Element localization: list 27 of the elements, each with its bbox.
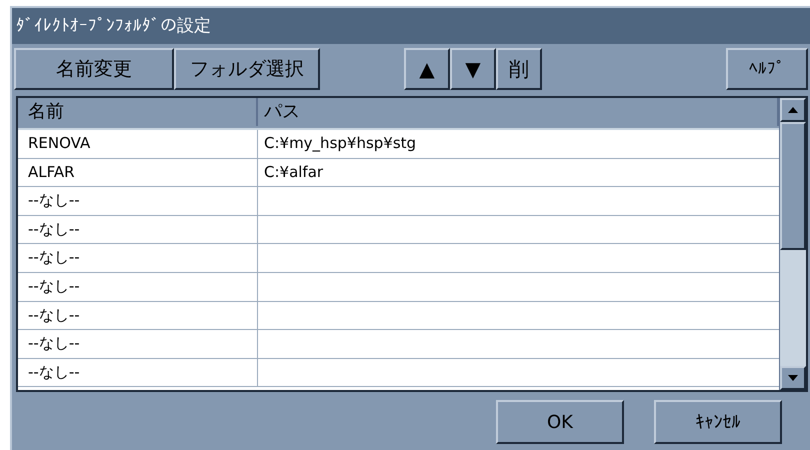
dialog-button[interactable]: ｷｬﾝｾﾙ <box>654 400 782 444</box>
table-cell: ALFAR <box>18 158 258 186</box>
table-cell: --なし-- <box>18 330 258 358</box>
table-cell: --なし-- <box>18 216 258 244</box>
window-title: ﾀﾞｲﾚｸﾄｵｰﾌﾟﾝﾌｫﾙﾀﾞの設定 <box>12 8 810 44</box>
table-cell: --なし-- <box>18 272 258 301</box>
toolbar-button[interactable]: フォルダ選択 <box>174 48 320 90</box>
table-cell: RENOVA <box>18 130 258 158</box>
scroll-down-button[interactable] <box>780 366 806 390</box>
table-cell: --なし-- <box>18 244 258 272</box>
toolbar-button[interactable]: ▲ <box>404 48 450 90</box>
scrollbar[interactable] <box>779 98 806 390</box>
toolbar-button[interactable]: ﾍﾙﾌﾟ <box>726 48 808 90</box>
scroll-up-button[interactable] <box>780 98 806 122</box>
toolbar-button[interactable]: 削 <box>496 48 542 90</box>
table-cell-text: C:¥alfar <box>263 162 324 183</box>
down-arrow-icon <box>788 375 798 381</box>
up-arrow-icon <box>788 107 798 113</box>
toolbar-button[interactable]: ▼ <box>450 48 496 90</box>
table-cell: --なし-- <box>18 358 258 386</box>
column-header[interactable]: 名前 <box>18 98 258 126</box>
scroll-thumb[interactable] <box>780 122 806 250</box>
dialog-button[interactable]: OK <box>496 400 624 444</box>
table-cell: --なし-- <box>18 302 258 330</box>
table-cell-text: C:¥my_hsp¥hsp¥stg <box>263 133 418 154</box>
toolbar-button[interactable]: 名前変更 <box>14 48 174 90</box>
table-cell: --なし-- <box>18 187 258 215</box>
